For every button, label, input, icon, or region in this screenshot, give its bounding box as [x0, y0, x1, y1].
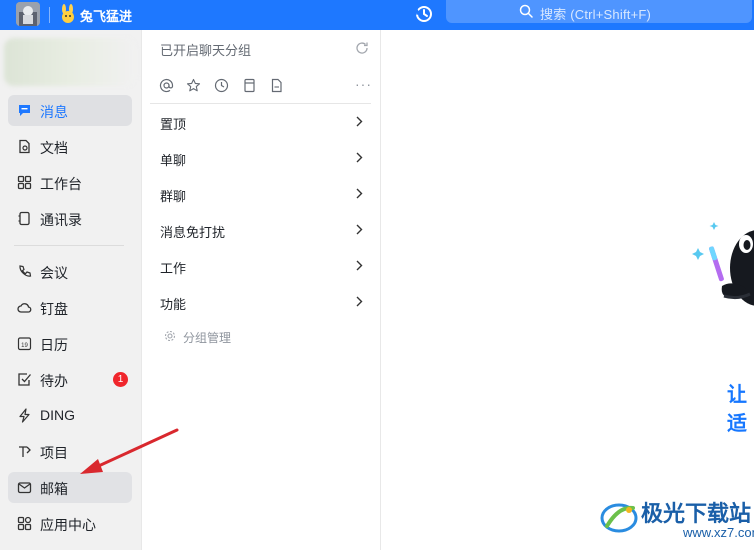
document-icon	[17, 139, 32, 154]
at-icon[interactable]	[159, 78, 174, 93]
profile-card[interactable]	[4, 38, 136, 86]
mail-icon	[17, 480, 32, 495]
chevron-right-icon	[356, 116, 363, 127]
chevron-right-icon	[356, 188, 363, 199]
mascot-illustration	[686, 210, 754, 330]
nav-item-project[interactable]: 项目	[8, 436, 132, 467]
clock-icon[interactable]	[214, 78, 229, 93]
top-separator	[49, 7, 50, 23]
nav-label: 工作台	[40, 176, 82, 192]
nav-item-mail[interactable]: 邮箱	[8, 472, 132, 503]
nav-label: 消息	[40, 104, 68, 120]
more-options-button[interactable]: ···	[355, 76, 372, 92]
nav-label: 通讯录	[40, 212, 82, 228]
calendar-icon: 19	[17, 336, 32, 351]
message-icon	[17, 103, 32, 118]
group-label: 消息免打扰	[160, 225, 226, 240]
nav-item-todo[interactable]: 待办 1	[8, 364, 132, 395]
nav-item-contacts[interactable]: 通讯录	[8, 203, 132, 234]
search-box[interactable]: 搜索 (Ctrl+Shift+F)	[446, 0, 752, 23]
phone-icon	[17, 264, 32, 279]
chat-group-panel: 已开启聊天分组 ··· 置顶 单聊 群聊 消息免打扰 工作 功能 分组管理	[141, 30, 381, 550]
cloud-icon	[17, 300, 32, 315]
nav-label: DING	[40, 407, 75, 423]
file-icon[interactable]	[269, 78, 284, 93]
nav-label: 待办	[40, 373, 68, 389]
nav-label: 日历	[40, 337, 68, 353]
nav-label: 邮箱	[40, 481, 68, 497]
grid-icon	[17, 175, 32, 190]
nav-label: 会议	[40, 265, 68, 281]
project-icon	[17, 444, 32, 459]
group-row-work[interactable]: 工作	[150, 249, 371, 283]
nav-item-documents[interactable]: 文档	[8, 131, 132, 162]
panel-title: 已开启聊天分组	[160, 43, 252, 58]
calendar-day: 19	[21, 343, 28, 349]
nav-item-messages[interactable]: 消息	[8, 95, 132, 126]
contacts-icon	[17, 211, 32, 226]
history-icon[interactable]	[413, 3, 435, 25]
group-label: 群聊	[160, 189, 187, 204]
top-bar: 兔飞猛进 搜索 (Ctrl+Shift+F)	[0, 0, 754, 30]
watermark-url: www.xz7.com	[683, 525, 754, 540]
group-manage-label: 分组管理	[183, 331, 232, 345]
welcome-text: 让适	[727, 384, 747, 435]
gear-icon	[164, 330, 176, 342]
group-label: 功能	[160, 297, 187, 312]
chevron-right-icon	[356, 224, 363, 235]
group-row-single-chat[interactable]: 单聊	[150, 141, 371, 175]
nav-item-app-center[interactable]: 应用中心	[8, 508, 132, 539]
group-row-group-chat[interactable]: 群聊	[150, 177, 371, 211]
chevron-right-icon	[356, 260, 363, 271]
group-label: 工作	[160, 261, 187, 276]
lightning-icon	[17, 408, 32, 423]
org-name[interactable]: 兔飞猛进	[80, 6, 132, 25]
org-logo-icon	[59, 4, 77, 24]
group-row-pinned[interactable]: 置顶	[150, 105, 371, 139]
nav-item-calendar[interactable]: 19 日历	[8, 328, 132, 359]
chevron-right-icon	[356, 152, 363, 163]
nav-item-drive[interactable]: 钉盘	[8, 292, 132, 323]
nav-divider	[14, 245, 124, 246]
panel-divider	[150, 103, 371, 104]
watermark-logo-icon	[600, 503, 638, 533]
archive-icon[interactable]	[242, 78, 257, 93]
group-row-muted[interactable]: 消息免打扰	[150, 213, 371, 247]
nav-label: 文档	[40, 140, 68, 156]
nav-label: 钉盘	[40, 301, 68, 317]
watermark-title: 极光下载站	[641, 501, 752, 526]
group-label: 单聊	[160, 153, 187, 168]
chevron-right-icon	[356, 296, 363, 307]
refresh-icon[interactable]	[354, 40, 370, 56]
search-icon	[519, 4, 533, 18]
main-content: 让适 极光下载站 www.xz7.com	[381, 30, 754, 550]
nav-label: 应用中心	[40, 517, 96, 533]
nav-item-workbench[interactable]: 工作台	[8, 167, 132, 198]
apps-icon	[17, 516, 32, 531]
checkbox-icon	[17, 372, 32, 387]
avatar[interactable]	[16, 2, 40, 26]
left-nav: 消息 文档 工作台 通讯录 会议 钉盘 19 日历 待办 1 DING 项目 邮…	[0, 30, 141, 550]
group-label: 置顶	[160, 117, 187, 132]
nav-item-meeting[interactable]: 会议	[8, 256, 132, 287]
search-placeholder: 搜索 (Ctrl+Shift+F)	[540, 7, 652, 22]
group-row-function[interactable]: 功能	[150, 285, 371, 319]
todo-badge: 1	[113, 372, 128, 387]
nav-label: 项目	[40, 445, 68, 461]
star-icon[interactable]	[186, 78, 201, 93]
nav-item-ding[interactable]: DING	[8, 400, 132, 431]
watermark: 极光下载站 www.xz7.com	[591, 492, 754, 548]
